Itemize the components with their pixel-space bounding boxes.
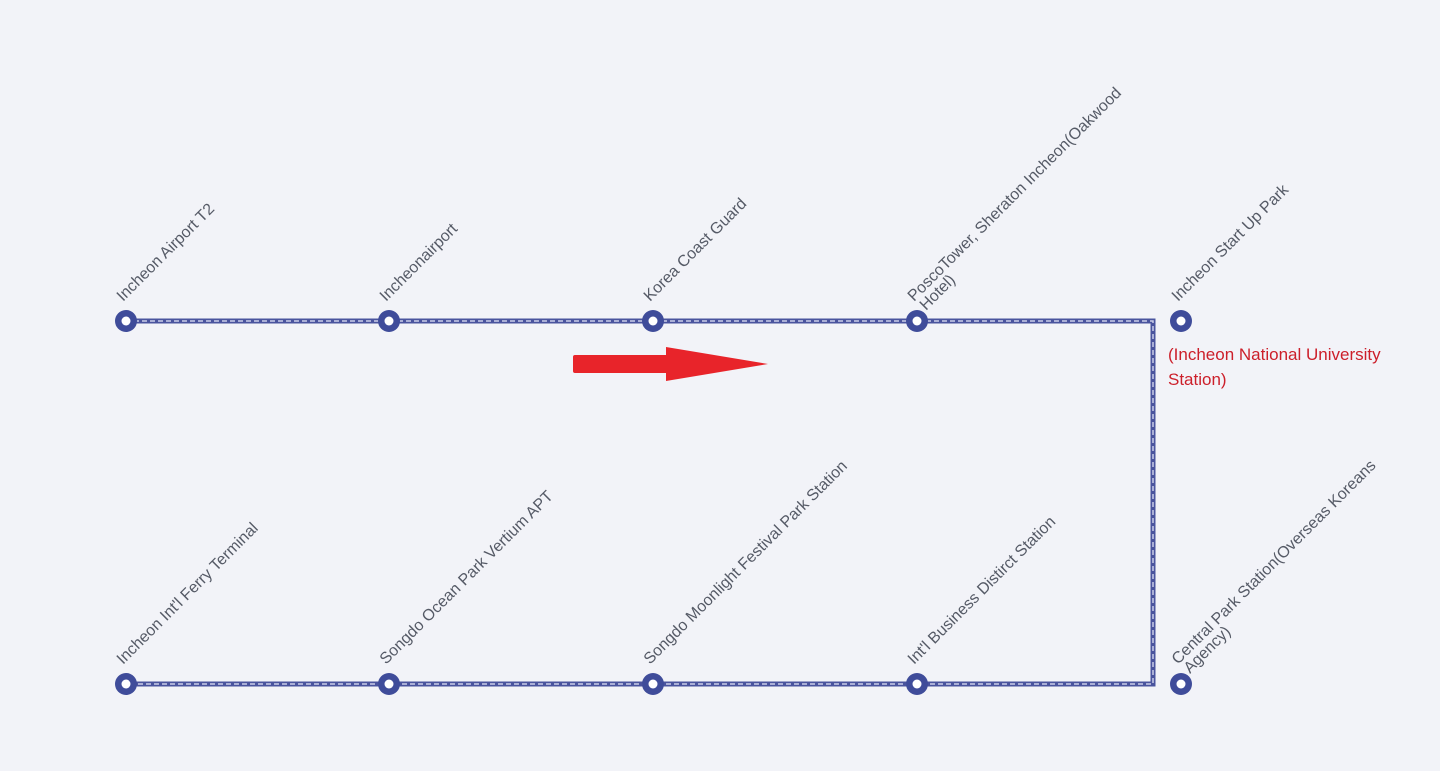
station-central-park[interactable]: Central Park Station(Overseas Koreans Ag… [1169,457,1380,695]
station-marker-center [912,316,922,326]
station-marker-center [121,316,131,326]
station-marker-center [1176,679,1186,689]
station-songdo-moonlight[interactable]: Songdo Moonlight Festival Park Station [641,458,851,695]
station-posco-tower[interactable]: PoscoTower, Sheraton Incheon(Oakwood Hot… [905,85,1125,332]
station-songdo-ocean-park[interactable]: Songdo Ocean Park Vertium APT [377,488,557,695]
station-label: Incheonairport [377,220,462,305]
route-line-dash [126,320,1154,685]
route-line-outer [126,318,1156,687]
station-note-incheon-national-university: (Incheon National University Station) [1168,345,1381,389]
station-incheon-airport-t2[interactable]: Incheon Airport T2 [114,200,218,332]
station-marker-center [384,679,394,689]
station-label: Central Park Station(Overseas Koreans [1169,457,1380,668]
station-label: Korea Coast Guard [641,195,751,305]
station-label: Int'l Business Distirct Station [905,513,1059,667]
station-label: Incheon Start Up Park [1169,181,1293,305]
station-incheon-intl-ferry-terminal[interactable]: Incheon Int'l Ferry Terminal [114,520,262,695]
arrow-right-icon [573,347,768,381]
station-intl-business-district[interactable]: Int'l Business Distirct Station [905,513,1059,695]
station-marker-center [384,316,394,326]
station-label: PoscoTower, Sheraton Incheon(Oakwood [905,85,1125,305]
station-label: Songdo Ocean Park Vertium APT [377,488,557,668]
station-marker-center [648,316,658,326]
station-label: Incheon Int'l Ferry Terminal [114,520,262,668]
station-marker-center [912,679,922,689]
station-incheon-start-up-park[interactable]: Incheon Start Up Park [1169,181,1293,332]
station-label: Songdo Moonlight Festival Park Station [641,458,851,668]
station-marker-center [648,679,658,689]
station-marker-center [1176,316,1186,326]
station-label: Incheon Airport T2 [114,200,218,304]
station-korea-coast-guard[interactable]: Korea Coast Guard [641,195,751,332]
route-line [126,318,1156,687]
station-marker-center [121,679,131,689]
station-incheonairport[interactable]: Incheonairport [377,220,462,332]
